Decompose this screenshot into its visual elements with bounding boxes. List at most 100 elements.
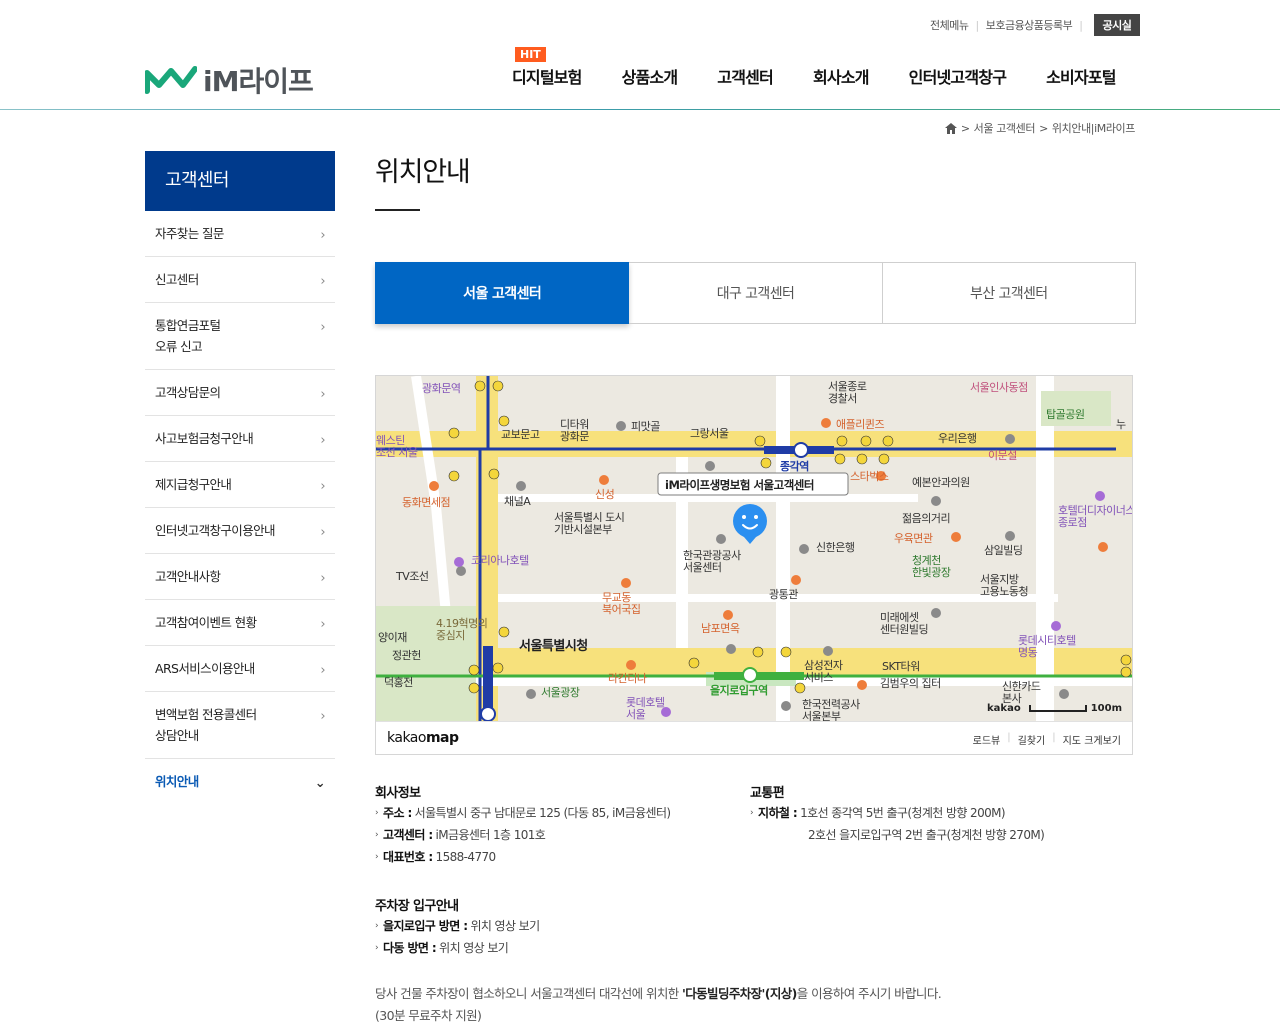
scale-label: 100m xyxy=(1090,703,1122,714)
side-nav-label: 제지급청구안내 xyxy=(155,477,232,492)
side-nav-item-location[interactable]: 위치안내 ⌄ xyxy=(145,759,335,804)
chevron-right-icon: › xyxy=(320,617,325,632)
side-nav-label: 자주찾는 질문 xyxy=(155,226,224,241)
nav-products[interactable]: 상품소개 xyxy=(622,64,678,88)
bullet-icon: › xyxy=(750,807,754,818)
scale-bar xyxy=(1028,705,1087,712)
map-label: 애플리퀸즈 xyxy=(836,418,884,431)
bullet-icon: › xyxy=(375,829,379,840)
map-label: 정관헌 xyxy=(392,649,421,662)
side-nav-item-report[interactable]: 신고센터 › xyxy=(145,257,335,303)
nav-label: 회사소개 xyxy=(812,68,869,87)
map-links: 로드뷰 | 길찾기 | 지도 크게보기 xyxy=(973,732,1121,747)
divider: | xyxy=(975,18,979,32)
bullet-icon: › xyxy=(375,807,379,818)
breadcrumb-level1[interactable]: 서울 고객센터 xyxy=(974,120,1036,136)
side-nav-label: 사고보험금청구안내 xyxy=(155,431,254,446)
divider: | xyxy=(1052,732,1056,743)
company-info-heading: 회사정보 xyxy=(375,786,421,801)
side-nav: 자주찾는 질문 › 신고센터 › 통합연금포털 오류 신고 › 고객상담문의 › 사고보… xyxy=(145,211,335,804)
tab-seoul[interactable]: 서울 고객센터 xyxy=(375,262,630,324)
address-value: 서울특별시 중구 남대문로 125 (다동 85, iM금융센터) xyxy=(414,806,671,820)
chevron-right-icon: › xyxy=(320,709,325,724)
map-canvas[interactable]: 서울종로 경찰서 서울인사동점 탑골공원 교보문고 디타워 광화문 피맛골 그랑서울… xyxy=(376,376,1133,723)
map-label: 남포면옥 xyxy=(701,622,740,635)
parking-heading: 주차장 입구안내 xyxy=(375,899,459,914)
parking-dadong-row: › 다동 방면 : 위치 영상 보기 xyxy=(375,939,509,956)
side-nav-item-variable-call[interactable]: 변액보험 전용콜센터 상담안내 › xyxy=(145,692,335,759)
map-kakao-mark: kakao xyxy=(987,703,1021,714)
phone-label: 대표번호 : xyxy=(383,850,433,864)
side-nav-item-notices[interactable]: 고객안내사항 › xyxy=(145,554,335,600)
side-nav-item-pension-error[interactable]: 통합연금포털 오류 신고 › xyxy=(145,303,335,370)
breadcrumb: > 서울 고객센터 > 위치안내|iM라이프 xyxy=(944,120,1135,136)
side-nav-title: 고객센터 xyxy=(145,151,335,211)
chevron-right-icon: › xyxy=(320,571,325,586)
site-logo[interactable]: iM라이프 xyxy=(145,60,314,100)
address-row: › 주소 : 서울특별시 중구 남대문로 125 (다동 85, iM금융센터) xyxy=(375,804,671,821)
nav-company[interactable]: 회사소개 xyxy=(813,64,869,88)
side-nav-label: 신고센터 xyxy=(155,272,199,287)
roadview-link[interactable]: 로드뷰 xyxy=(973,732,1001,747)
kakaomap-logo[interactable]: kakaomap xyxy=(387,730,459,746)
nav-customer-center[interactable]: 고객센터 xyxy=(717,64,773,88)
parking-note-emphasis: '다동빌딩주차장'(지상) xyxy=(682,986,797,1001)
disclosure-button[interactable]: 공시실 xyxy=(1093,14,1141,36)
side-nav-item-inquiry[interactable]: 고객상담문의 › xyxy=(145,370,335,416)
side-nav-item-ars[interactable]: ARS서비스이용안내 › xyxy=(145,646,335,692)
logo-text: iM라이프 xyxy=(203,65,314,98)
side-nav-item-payment[interactable]: 제지급청구안내 › xyxy=(145,462,335,508)
tab-busan[interactable]: 부산 고객센터 xyxy=(882,262,1136,324)
map-label: 그랑서울 xyxy=(690,427,729,440)
enlarge-map-link[interactable]: 지도 크게보기 xyxy=(1063,732,1121,747)
nav-digital-insurance[interactable]: HIT 디지털보험 xyxy=(512,47,582,88)
title-underline xyxy=(375,209,420,211)
side-nav-item-internet-guide[interactable]: 인터넷고객창구이용안내 › xyxy=(145,508,335,554)
home-icon[interactable] xyxy=(944,122,957,134)
side-nav-label: 통합연금포털 오류 신고 xyxy=(155,318,221,354)
map-label: 신성 xyxy=(595,488,614,501)
nav-label: 상품소개 xyxy=(621,68,678,87)
chevron-right-icon: › xyxy=(320,525,325,540)
nav-label: 고객센터 xyxy=(717,68,773,87)
dadong-video-link[interactable]: 위치 영상 보기 xyxy=(439,939,509,956)
map-label: 종각역 xyxy=(780,459,809,473)
subway-line2: 2호선 을지로입구역 2번 출구(청계천 방향 270M) xyxy=(808,828,1045,842)
chevron-right-icon: › xyxy=(320,387,325,402)
parking-free-note: (30분 무료주차 지원) xyxy=(375,1008,482,1023)
product-registry-link[interactable]: 보호금융상품등록부 xyxy=(986,17,1073,33)
map-label: 김범우의 집터 xyxy=(880,677,941,690)
map-label: 을지로입구역 xyxy=(710,683,768,697)
nav-consumer-portal[interactable]: 소비자포털 xyxy=(1046,64,1116,88)
map-label: 교보문고 xyxy=(501,428,540,441)
side-nav-item-faq[interactable]: 자주찾는 질문 › xyxy=(145,211,335,257)
map-label: 탑골공원 xyxy=(1046,408,1084,421)
map-label: 서울특별시청 xyxy=(519,638,588,654)
center-tabs: 서울 고객센터 대구 고객센터 부산 고객센터 xyxy=(375,262,1136,324)
all-menu-link[interactable]: 전체메뉴 xyxy=(930,17,969,33)
subway-row: › 지하철 :1호선 종각역 5번 출구(청계천 방향 200M) xyxy=(750,804,1006,821)
map-footer: kakaomap 로드뷰 | 길찾기 | 지도 크게보기 xyxy=(376,721,1132,754)
nav-internet-window[interactable]: 인터넷고객창구 xyxy=(909,64,1007,88)
parking-euljiro-row: › 을지로입구 방면 : 위치 영상 보기 xyxy=(375,917,540,934)
map-label: 스타벅스 xyxy=(850,470,889,483)
euljiro-video-link[interactable]: 위치 영상 보기 xyxy=(470,917,540,934)
map-label: 광통관 xyxy=(769,588,798,601)
side-nav-item-claim[interactable]: 사고보험금청구안내 › xyxy=(145,416,335,462)
parking-note: 당사 건물 주차장이 협소하오니 서울고객센터 대각선에 위치한 '다동빌딩주차… xyxy=(375,983,942,1002)
nav-label: 소비자포털 xyxy=(1046,68,1116,87)
chevron-right-icon: › xyxy=(320,479,325,494)
chevron-right-icon: › xyxy=(320,320,325,335)
hit-badge: HIT xyxy=(515,47,546,62)
map-label: 광화문역 xyxy=(422,382,460,395)
subway-label: 지하철 : xyxy=(758,806,798,820)
tab-daegu[interactable]: 대구 고객센터 xyxy=(629,262,883,324)
chevron-right-icon: › xyxy=(320,663,325,678)
side-nav-item-events[interactable]: 고객참여이벤트 현황 › xyxy=(145,600,335,646)
map-scale: kakao 100m xyxy=(987,703,1122,714)
directions-link[interactable]: 길찾기 xyxy=(1018,732,1046,747)
logo-mark-icon xyxy=(145,66,197,94)
kakao-map[interactable]: 서울종로 경찰서 서울인사동점 탑골공원 교보문고 디타워 광화문 피맛골 그랑서울… xyxy=(375,375,1133,755)
header-divider xyxy=(0,109,1280,110)
divider: | xyxy=(1007,732,1011,743)
